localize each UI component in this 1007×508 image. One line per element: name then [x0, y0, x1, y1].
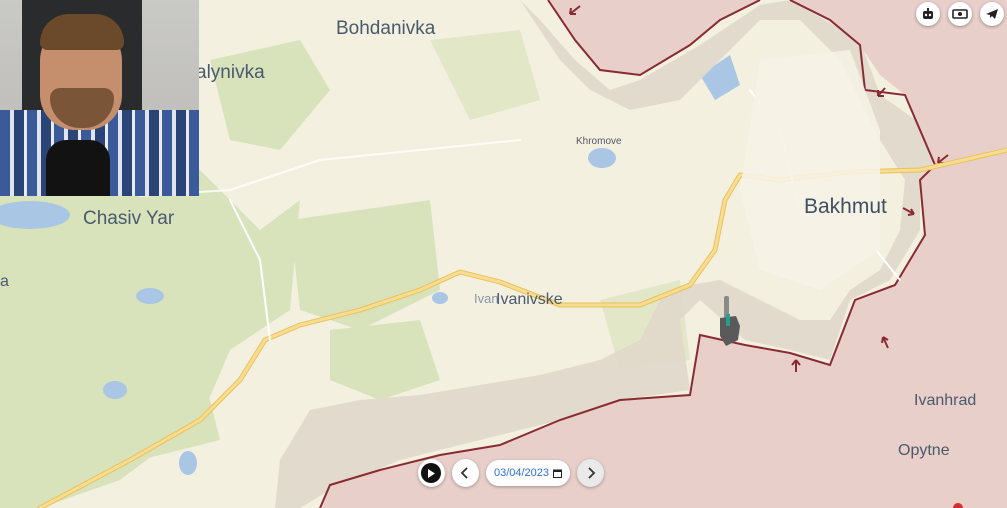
date-value: 03/04/2023 [493, 467, 550, 479]
place-label-ivanivske: Ivanivske [496, 291, 563, 308]
place-label-chasiv-yar: Chasiv Yar [83, 208, 175, 229]
previous-date-button[interactable] [451, 459, 479, 487]
chevron-left-icon [461, 467, 469, 479]
place-label-bohdanivka: Bohdanivka [336, 18, 436, 39]
robot-icon[interactable] [916, 2, 940, 26]
place-label-khromove: Khromove [576, 136, 622, 147]
microphone-icon [46, 140, 110, 196]
place-label-kalynivka: alynivka [196, 62, 265, 83]
calendar-icon [553, 469, 563, 478]
chevron-right-icon [587, 467, 595, 479]
date-picker[interactable]: 03/04/2023 [485, 460, 571, 486]
place-label-ivanhrad: Ivanhrad [914, 392, 977, 409]
place-label-edge: a [0, 273, 9, 290]
play-icon [421, 463, 442, 483]
presenter-webcam [0, 0, 199, 196]
timeline-controls: 03/04/2023 [418, 456, 605, 490]
bakhmut-urban [740, 50, 880, 290]
telegram-icon[interactable] [980, 2, 1004, 26]
hand-cursor-icon [716, 296, 744, 348]
next-date-button[interactable] [577, 459, 605, 487]
place-label-bakhmut: Bakhmut [804, 195, 887, 218]
place-label-opytne: Opytne [898, 442, 950, 459]
place-label-ivanivske-faded: Ivan [474, 291, 499, 306]
money-icon[interactable] [948, 2, 972, 26]
play-button[interactable] [418, 459, 445, 487]
